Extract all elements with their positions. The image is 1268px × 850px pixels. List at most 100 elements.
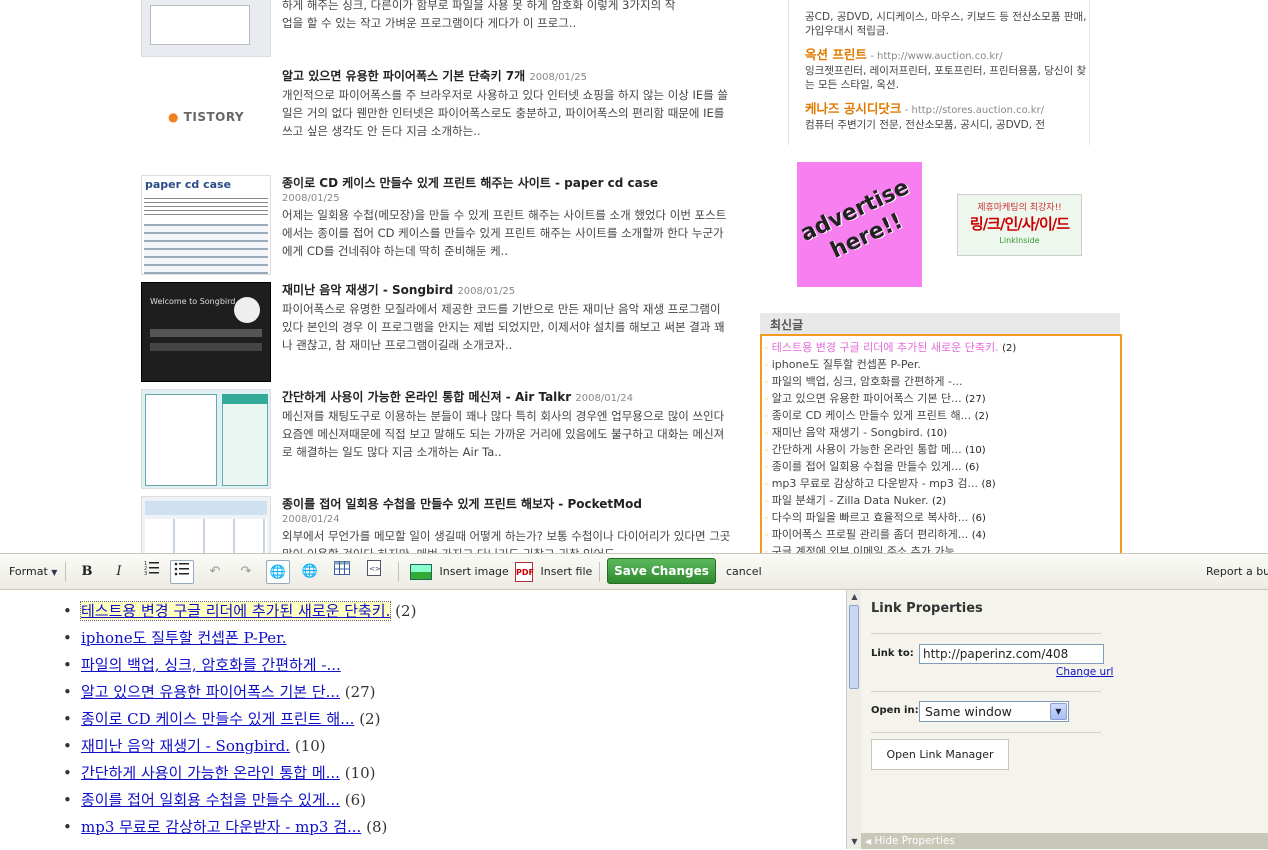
recent-post-item[interactable]: ◦ 구글 계정에 외부 이메일 주소 추가 가능. [764,544,1120,553]
recent-post-link[interactable]: 알고 있으면 유용한 파이어폭스 기본 단... [772,392,962,405]
scroll-up-icon[interactable]: ▲ [847,590,862,604]
editor-list-item[interactable]: • 파일의 백업, 싱크, 암호화를 간편하게 -... [0,652,846,679]
ad-title[interactable]: 옥션 프린트 [805,47,867,62]
bullet-icon: ◦ [764,361,769,370]
recent-post-item[interactable]: ◦ 종이를 접어 일회용 수첩을 만들수 있게... (6) [764,459,1120,476]
advertise-banner[interactable]: advertise here!! [797,162,922,287]
ad-url[interactable]: - http://www.auction.co.kr/ [870,51,1002,62]
post-title[interactable]: 재미난 음악 재생기 - Songbird 2008/01/25 [282,282,734,300]
recent-post-link[interactable]: 테스트용 변경 구글 리더에 추가된 새로운 단축키. [772,341,999,354]
editor-link[interactable]: 알고 있으면 유용한 파이어폭스 기본 단... [81,683,340,701]
linkinside-banner[interactable]: 제휴마케팅의 최강자!! 링/크/인/사/이/드 LinkInside [957,194,1082,256]
thumb-caption: Welcome to Songbird. [150,297,238,306]
editor-list-item[interactable]: • 종이로 CD 케이스 만들수 있게 프린트 해... (2) [0,706,846,733]
undo-icon[interactable]: ↶ [203,560,227,584]
cancel-link[interactable]: cancel [726,561,762,583]
editor-list-item[interactable]: • 종이를 접어 일회용 수첩을 만들수 있게... (6) [0,787,846,814]
scroll-down-icon[interactable]: ▼ [847,835,862,849]
scrollbar-thumb[interactable] [849,605,859,689]
bullet-icon: ◦ [764,429,769,438]
bullet-icon: ◦ [764,497,769,506]
insert-file-button[interactable]: PDF Insert file [515,561,592,583]
recent-post-item[interactable]: ◦ 재미난 음악 재생기 - Songbird. (10) [764,425,1120,442]
recent-post-link[interactable]: 종이로 CD 케이스 만들수 있게 프린트 해... [772,409,971,422]
italic-button[interactable]: I [107,560,131,584]
recent-post-item[interactable]: ◦ 파일의 백업, 싱크, 암호화를 간편하게 -... [764,374,1120,391]
ad-item[interactable]: 공CD, 공DVD, 시디케이스, 마우스, 키보드 등 전산소모품 판매, 가… [805,6,1089,38]
post-title[interactable]: 종이로 CD 케이스 만들수 있게 프린트 해주는 사이트 - paper cd… [282,175,734,192]
post-thumbnail[interactable]: ● TISTORY [141,68,271,168]
link-properties-panel: Link Properties Link to: http://paperinz… [861,590,1268,849]
recent-post-link[interactable]: 종이를 접어 일회용 수첩을 만들수 있게... [772,460,962,473]
post-title[interactable]: 간단하게 사용이 가능한 온라인 통합 메신져 - Air Talkr 2008… [282,389,734,407]
recent-post-item[interactable]: ◦ 파이어폭스 프로필 관리를 좀더 편리하게... (4) [764,527,1120,544]
editor-link[interactable]: mp3 무료로 감상하고 다운받자 - mp3 검... [81,818,361,836]
post-thumbnail[interactable] [141,496,271,553]
open-link-manager-button[interactable]: Open Link Manager [871,739,1009,770]
editor-content[interactable]: • 테스트용 변경 구글 리더에 추가된 새로운 단축키. (2) • iphone도… [0,590,846,849]
recent-post-link[interactable]: 간단하게 사용이 가능한 온라인 통합 메... [772,443,962,456]
recent-post-item[interactable]: ◦ 종이로 CD 케이스 만들수 있게 프린트 해... (2) [764,408,1120,425]
table-icon[interactable] [330,560,354,584]
ordered-list-icon[interactable]: 123 [140,560,164,584]
recent-post-item[interactable]: ◦ 알고 있으면 유용한 파이어폭스 기본 단... (27) [764,391,1120,408]
recent-post-item[interactable]: ◦ iphone도 질투할 컨셉폰 P-Per. [764,357,1120,374]
change-url-link[interactable]: Change url [1056,666,1113,678]
recent-post-link[interactable]: iphone도 질투할 컨셉폰 P-Per. [772,358,921,371]
recent-post-item[interactable]: ◦ mp3 무료로 감상하고 다운받자 - mp3 검... (8) [764,476,1120,493]
editor-list-item[interactable]: • 재미난 음악 재생기 - Songbird. (10) [0,733,846,760]
editor-list-item[interactable]: • 알고 있으면 유용한 파이어폭스 기본 단... (27) [0,679,846,706]
comment-count: (10) [344,764,376,782]
post-title[interactable]: 종이를 접어 일회용 수첩을 만들수 있게 프린트 해보자 - PocketMo… [282,496,734,513]
editor-list-item[interactable]: • 테스트용 변경 구글 리더에 추가된 새로운 단축키. (2) [0,598,846,625]
editor-list-item[interactable]: • mp3 무료로 감상하고 다운받자 - mp3 검... (8) [0,814,846,841]
editor-link[interactable]: 테스트용 변경 구글 리더에 추가된 새로운 단축키. [79,601,392,621]
ad-item[interactable]: 케나즈 공시디닷크 - http://stores.auction.co.kr/… [805,102,1089,132]
recent-post-link[interactable]: 파일의 백업, 싱크, 암호화를 간편하게 -... [772,375,963,388]
editor-link[interactable]: 파일의 백업, 싱크, 암호화를 간편하게 -... [81,656,341,674]
post-title[interactable]: 알고 있으면 유용한 파이어폭스 기본 단축키 7개 2008/01/25 [282,68,734,86]
editor-list-item[interactable]: • iphone도 질투할 컨셉폰 P-Per. [0,625,846,652]
recent-post-link[interactable]: 파일 분쇄기 - Zilla Data Nuker. [772,494,929,507]
editor-list-item[interactable]: • 간단하게 사용이 가능한 온라인 통합 메... (10) [0,760,846,787]
recent-post-link[interactable]: mp3 무료로 감상하고 다운받자 - mp3 검... [772,477,978,490]
save-changes-button[interactable]: Save Changes [607,558,716,584]
format-menu[interactable]: Format ▼ [9,561,57,583]
blog-page: 하게 해주는 싱크, 다른이가 함부로 파일을 사용 못 하게 암호화 이렇게 … [0,0,1268,553]
editor-link[interactable]: 간단하게 사용이 가능한 온라인 통합 메... [81,764,340,782]
unlink-icon[interactable]: 🌐 [298,560,322,584]
ad-url[interactable]: - http://stores.auction.co.kr/ [905,105,1044,116]
editor-link[interactable]: iphone도 질투할 컨셉폰 P-Per. [81,629,286,647]
link-to-label: Link to: [871,648,914,659]
editor-link[interactable]: 종이를 접어 일회용 수첩을 만들수 있게... [81,791,340,809]
link-url-input[interactable]: http://paperinz.com/408 [919,644,1104,664]
banner-text: LinkInside [999,236,1040,245]
unordered-list-icon[interactable] [170,560,194,584]
recent-post-link[interactable]: 다수의 파일을 빠르고 효율적으로 복사하... [772,511,969,524]
recent-post-link[interactable]: 파이어폭스 프로필 관리를 좀더 편리하게... [772,528,969,541]
editor-link[interactable]: 종이로 CD 케이스 만들수 있게 프린트 해... [81,710,354,728]
report-bug-link[interactable]: Report a bug [1206,561,1268,583]
ad-title[interactable]: 케나즈 공시디닷크 [805,101,901,116]
post-thumbnail[interactable]: Welcome to Songbird. [141,282,271,382]
hide-properties-toggle[interactable]: ◀ Hide Properties [861,833,1268,849]
link-icon[interactable]: 🌐 [266,560,290,584]
insert-image-button[interactable]: Insert image [410,561,509,583]
recent-post-item[interactable]: ◦ 파일 분쇄기 - Zilla Data Nuker. (2) [764,493,1120,510]
redo-icon[interactable]: ↷ [234,560,258,584]
post-thumbnail[interactable] [141,389,271,489]
recent-post-link[interactable]: 구글 계정에 외부 이메일 주소 추가 가능. [772,545,958,553]
post-thumbnail[interactable] [141,0,271,57]
recent-post-item[interactable]: ◦ 테스트용 변경 구글 리더에 추가된 새로운 단축키. (2) [764,340,1120,357]
editor-link[interactable]: 재미난 음악 재생기 - Songbird. [81,737,290,755]
bold-button[interactable]: B [75,560,99,584]
post-description: 메신져를 채팅도구로 이용하는 분들이 꽤나 많다 특히 회사의 경우엔 업무용… [282,409,725,459]
editor-scrollbar[interactable]: ▲ ▼ [846,590,861,849]
ad-item[interactable]: 옥션 프린트 - http://www.auction.co.kr/ 잉크젯프린… [805,48,1089,92]
recent-post-item[interactable]: ◦ 간단하게 사용이 가능한 온라인 통합 메... (10) [764,442,1120,459]
recent-post-link[interactable]: 재미난 음악 재생기 - Songbird. [772,426,923,439]
recent-post-item[interactable]: ◦ 다수의 파일을 빠르고 효율적으로 복사하... (6) [764,510,1120,527]
post-thumbnail[interactable]: paper cd case [141,175,271,275]
html-source-icon[interactable]: <> [362,560,386,584]
open-in-select[interactable]: Same window ▼ [919,701,1069,722]
